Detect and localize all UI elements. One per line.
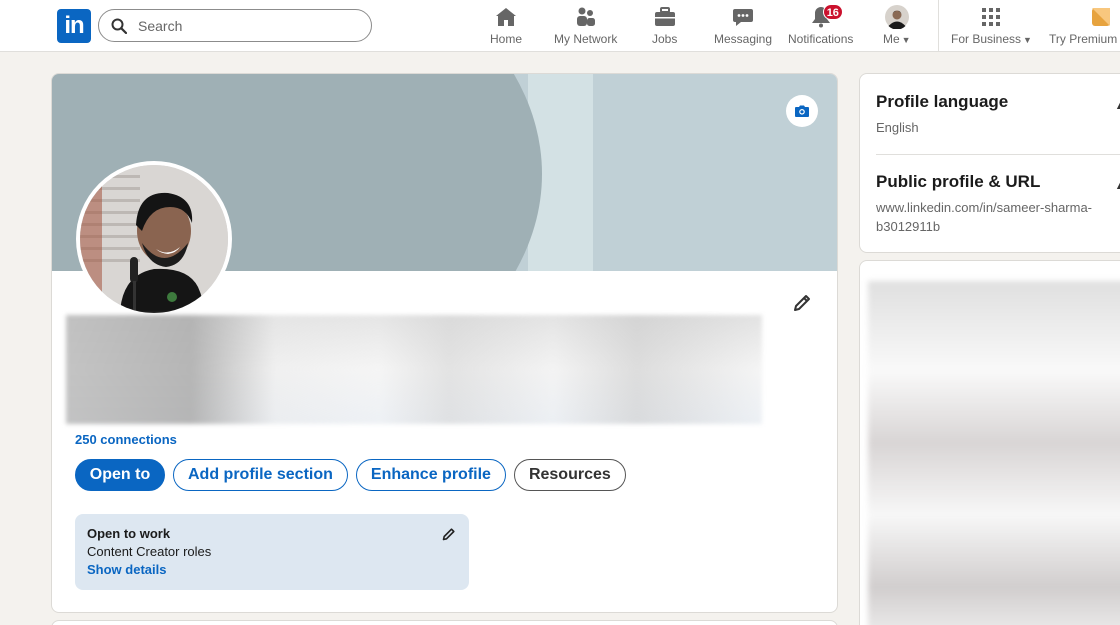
edit-intro-button[interactable] [789,290,815,316]
nav-item-my-network[interactable]: My Network [554,5,617,49]
camera-icon [795,105,809,117]
nav-label: Jobs [652,32,678,46]
public-profile-section: Public profile & URL www.linkedin.com/in… [876,172,1116,236]
nav-item-jobs[interactable]: Jobs [652,5,677,49]
linkedin-logo[interactable]: in [57,9,91,43]
bell-icon: 16 [809,4,843,29]
nav-item-home[interactable]: Home [490,5,522,49]
enhance-profile-button[interactable]: Enhance profile [355,459,506,491]
nav-label: Try Premium f [1049,32,1120,46]
nav-label: Messaging [714,32,773,46]
edit-banner-button[interactable] [786,95,818,127]
notification-badge: 16 [822,4,843,20]
pencil-icon [442,528,455,541]
for-business-label: For Business [951,32,1022,46]
profile-settings-card: Profile language English ▲ Public profil… [859,73,1120,253]
next-section-card [51,620,838,625]
profile-language-value: English [876,120,919,135]
connections-link[interactable]: 250 connections [75,432,177,447]
search-icon [111,18,127,34]
open-to-work-box: Open to work Content Creator roles Show … [75,514,469,590]
edit-language-icon[interactable]: ▲ [1114,96,1120,112]
open-to-button[interactable]: Open to [75,459,165,491]
home-icon [494,5,518,29]
chat-icon [731,5,755,29]
open-to-work-title: Open to work [87,526,171,541]
nav-label: Notifications [788,32,854,46]
nav-item-for-business[interactable]: For Business ▼ [951,5,1032,49]
profile-language-heading: Profile language [876,92,1009,111]
edit-url-icon[interactable]: ▲ [1114,176,1120,192]
add-profile-section-button[interactable]: Add profile section [173,459,348,491]
nav-divider [938,0,939,52]
public-profile-heading: Public profile & URL [876,172,1041,191]
nav-label: My Network [554,32,618,46]
nav-item-try-premium[interactable]: Try Premium f [1049,5,1120,49]
search-input[interactable] [138,17,338,34]
me-label: Me [883,32,900,46]
nav-item-me[interactable]: Me ▼ [883,5,911,49]
redacted-profile-info [66,315,762,424]
premium-icon [1089,5,1113,29]
profile-language-section: Profile language English [876,92,1008,137]
sidebar-card-redacted [859,260,1120,625]
nav-label: For Business ▼ [951,32,1032,46]
nav-label: Me ▼ [883,32,911,46]
open-to-work-roles: Content Creator roles [87,544,212,559]
resources-button[interactable]: Resources [513,459,626,491]
search-box[interactable] [98,9,372,42]
edit-open-to-work-button[interactable] [441,526,457,545]
avatar [884,5,909,29]
caret-down-icon: ▼ [1023,35,1032,45]
grid-icon [979,5,1003,29]
divider [876,154,1120,155]
profile-card: 250 connections Open to Add profile sect… [51,73,838,613]
redacted-content [868,281,1120,625]
show-details-link[interactable]: Show details [87,562,457,577]
nav-item-notifications[interactable]: 16 Notifications [788,4,854,49]
caret-down-icon: ▼ [901,35,911,45]
briefcase-icon [653,5,677,29]
pencil-icon [794,295,810,311]
profile-action-buttons: Open to Add profile section Enhance prof… [75,459,626,491]
network-icon [574,5,598,29]
top-navigation: in Home My Network Jobs Messaging [0,0,1120,52]
profile-photo[interactable] [76,161,232,317]
nav-item-messaging[interactable]: Messaging [714,5,772,49]
nav-label: Home [490,32,523,46]
public-profile-url: www.linkedin.com/in/sameer-sharma-b30129… [876,200,1093,234]
